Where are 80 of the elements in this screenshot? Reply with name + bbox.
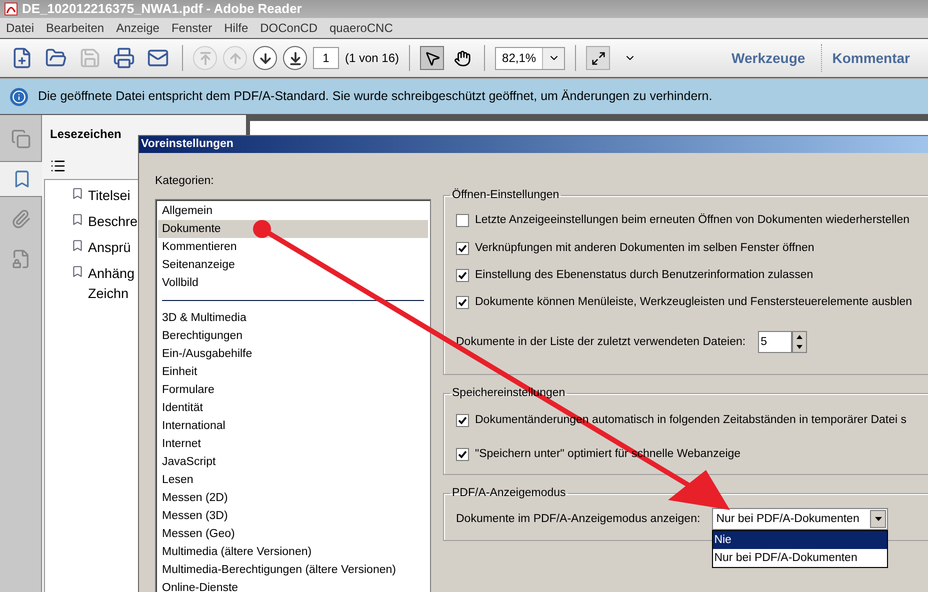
window-title: DE_102012216375_NWA1.pdf - Adobe Reader xyxy=(22,0,302,18)
bookmark-tab[interactable] xyxy=(0,161,43,197)
page-field[interactable]: 1 xyxy=(313,47,339,69)
info-message: Die geöffnete Datei entspricht dem PDF/A-Standard. Sie wurde schreibgeschützt geöffnet, um Änderungen zu verhindern. xyxy=(38,88,712,106)
menu-item[interactable]: Fenster xyxy=(171,19,212,37)
dialog-title: Voreinstellungen xyxy=(141,136,234,152)
number-field[interactable]: 5 xyxy=(758,331,792,354)
bookmark-icon xyxy=(71,213,84,226)
pages-icon xyxy=(10,129,30,149)
bookmark-item[interactable]: Ansprü xyxy=(88,238,131,258)
checkbox[interactable] xyxy=(456,242,469,255)
checkbox-label: Letzte Anzeigeeinstellungen beim erneuten Öffnen von Dokumenten wiederherstellen xyxy=(475,212,910,228)
category-item[interactable]: Ein-/Ausgabehilfe xyxy=(158,345,428,363)
category-item[interactable]: Vollbild xyxy=(158,274,428,292)
group-title: Öffnen-Einstellungen xyxy=(451,187,560,203)
category-item[interactable]: JavaScript xyxy=(158,453,428,471)
menu-item[interactable]: Bearbeiten xyxy=(46,19,104,37)
checkbox[interactable] xyxy=(456,296,469,310)
pane-button[interactable]: Werkzeuge xyxy=(722,44,816,72)
pdf-file-icon xyxy=(4,2,18,16)
caret-icon xyxy=(874,517,882,522)
bookmark-icon xyxy=(71,239,84,252)
dropdown-option[interactable]: Nur bei PDF/A-Dokumenten xyxy=(713,549,888,568)
category-item[interactable]: Online-Dienste xyxy=(158,579,428,592)
paperclip-icon xyxy=(10,209,30,229)
category-item[interactable]: Multimedia-Berechtigungen (ältere Versionen) xyxy=(158,561,428,579)
menu-item[interactable]: quaeroCNC xyxy=(330,19,393,37)
select-tool-button[interactable] xyxy=(420,46,444,70)
last-page-icon[interactable] xyxy=(283,46,307,70)
checkbox[interactable] xyxy=(456,414,469,428)
spin-buttons[interactable] xyxy=(792,331,807,354)
pdfa-mode-dropdown[interactable]: Nur bei PDF/A-Dokumenten xyxy=(712,508,888,530)
bookmark-item[interactable]: Titelsei xyxy=(88,186,130,206)
bookmark-icon xyxy=(71,187,84,200)
expand-icon xyxy=(590,50,606,66)
category-item[interactable]: Identität xyxy=(158,399,428,417)
locked-document-icon xyxy=(10,249,30,269)
category-item[interactable]: Internet xyxy=(158,435,428,453)
category-item[interactable]: Seitenanzeige xyxy=(158,256,428,274)
checkbox-label: Einstellung des Ebenenstatus durch Benutzerinformation zulassen xyxy=(475,268,814,283)
menu-item[interactable]: Anzeige xyxy=(116,19,160,37)
group-title: PDF/A-Anzeigemodus xyxy=(451,486,567,501)
checkbox-label: Dokumente können Menüleiste, Werkzeugleisten und Fenstersteuerelemente ausblen xyxy=(475,295,912,310)
pointer-icon xyxy=(424,50,441,66)
category-item[interactable]: Multimedia (ältere Versionen) xyxy=(158,543,428,561)
category-item[interactable]: Kommentieren xyxy=(158,238,428,256)
category-item[interactable]: Dokumente xyxy=(158,220,428,238)
info-icon xyxy=(10,88,28,106)
category-item[interactable]: Formulare xyxy=(158,381,428,399)
menu-item[interactable]: Datei xyxy=(6,19,34,37)
category-item[interactable]: Messen (3D) xyxy=(158,507,428,525)
bookmark-item[interactable]: Beschre xyxy=(88,212,138,232)
category-item[interactable]: Messen (2D) xyxy=(158,489,428,507)
categories-label: Kategorien: xyxy=(155,174,215,189)
page-count: (1 von 16) xyxy=(345,50,400,67)
zoom-dropdown[interactable]: 82,1% xyxy=(495,46,566,70)
menu-item[interactable]: DOConCD xyxy=(260,19,318,37)
category-item[interactable]: Allgemein xyxy=(158,202,428,220)
hand-icon xyxy=(454,50,471,66)
checkbox[interactable] xyxy=(456,214,469,228)
options-icon[interactable] xyxy=(50,158,66,174)
category-item[interactable]: Einheit xyxy=(158,363,428,381)
menu-item[interactable]: Hilfe xyxy=(224,19,248,37)
bookmark-icon xyxy=(71,265,84,278)
checkbox[interactable] xyxy=(456,448,469,461)
checkbox[interactable] xyxy=(456,268,469,282)
category-item[interactable]: Lesen xyxy=(158,471,428,489)
arrow-down-icon[interactable] xyxy=(253,46,277,70)
category-item[interactable]: 3D & Multimedia xyxy=(158,309,428,327)
category-item[interactable]: International xyxy=(158,417,428,435)
category-item[interactable]: Messen (Geo) xyxy=(158,525,428,543)
bookmark-item[interactable]: Anhäng Zeichn xyxy=(88,264,135,304)
panel-title: Lesezeichen xyxy=(50,126,122,143)
recent-files-label: Dokumente in der Liste der zuletzt verwendeten Dateien: xyxy=(456,334,746,350)
pane-button[interactable]: Kommentar xyxy=(821,44,920,72)
expand-button[interactable] xyxy=(586,46,610,70)
pdfa-mode-label: Dokumente im PDF/A-Anzeigemodus anzeigen: xyxy=(456,512,700,527)
category-item[interactable]: Berechtigungen xyxy=(158,327,428,345)
checkbox-label: Verknüpfungen mit anderen Dokumenten im selben Fenster öffnen xyxy=(475,240,814,256)
dropdown-option[interactable]: Nie xyxy=(713,531,888,550)
